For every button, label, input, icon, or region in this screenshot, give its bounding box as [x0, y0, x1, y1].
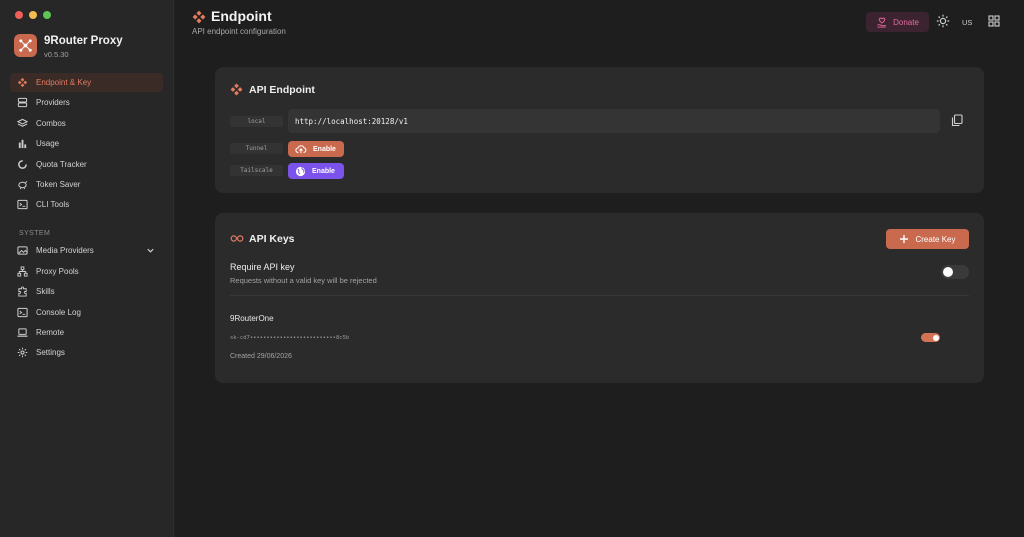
require-api-key-subtitle: Requests without a valid key will be rej…	[230, 276, 377, 285]
tailscale-label: Tailscale	[230, 165, 283, 176]
page-title: Endpoint	[211, 8, 272, 24]
minimize-window-button[interactable]	[29, 11, 37, 19]
sidebar-item-label: Providers	[36, 98, 70, 108]
close-window-button[interactable]	[15, 11, 23, 19]
key-icon	[230, 235, 244, 242]
maximize-window-button[interactable]	[43, 11, 51, 19]
cloud-upload-icon	[295, 145, 307, 154]
tailscale-enable-label: Enable	[312, 167, 335, 175]
sidebar-section-system: SYSTEM	[19, 230, 51, 238]
sidebar-item-media-providers[interactable]: Media Providers	[10, 241, 163, 260]
sidebar-item-label: CLI Tools	[36, 200, 70, 210]
plus-icon	[900, 235, 909, 243]
gear-icon	[17, 348, 28, 358]
sidebar-item-label: Token Saver	[36, 179, 81, 189]
terminal-icon	[17, 200, 28, 210]
donate-button[interactable]: Donate	[866, 12, 929, 32]
key-masked-value: sk-cd7••••••••••••••••••••••••••8c5b	[230, 335, 350, 341]
create-key-label: Create Key	[915, 234, 956, 244]
sidebar-item-remote[interactable]: Remote	[10, 323, 163, 342]
local-label: local	[230, 116, 283, 127]
sidebar-item-usage[interactable]: Usage	[10, 134, 163, 153]
globe-icon	[295, 166, 306, 176]
language-selector[interactable]: US	[962, 18, 972, 27]
sidebar-item-label: Media Providers	[36, 246, 94, 256]
sidebar-nav: Endpoint & Key Providers Combos Usage Qu…	[10, 73, 163, 364]
key-name: 9RouterOne	[230, 314, 274, 323]
api-keys-title: API Keys	[249, 233, 295, 245]
sidebar-item-combos[interactable]: Combos	[10, 114, 163, 133]
endpoint-icon	[230, 83, 243, 96]
sidebar-item-skills[interactable]: Skills	[10, 282, 163, 301]
grid-icon[interactable]	[988, 15, 1000, 27]
sidebar-item-label: Settings	[36, 348, 65, 358]
sidebar-item-label: Usage	[36, 139, 60, 149]
endpoint-icon	[17, 77, 28, 88]
create-key-button[interactable]: Create Key	[886, 229, 969, 249]
sidebar-item-label: Proxy Pools	[36, 266, 79, 276]
sidebar-item-quota-tracker[interactable]: Quota Tracker	[10, 155, 163, 174]
sun-icon[interactable]	[936, 14, 950, 28]
copy-icon[interactable]	[951, 114, 963, 127]
sidebar-item-providers[interactable]: Providers	[10, 93, 163, 112]
key-created-date: Created 29/06/2026	[230, 353, 292, 360]
puzzle-icon	[18, 286, 27, 297]
window-controls	[15, 11, 51, 19]
divider	[230, 295, 969, 296]
local-url-field[interactable]: http://localhost:20128/v1	[288, 109, 940, 133]
donut-icon	[18, 159, 27, 169]
sidebar-item-label: Skills	[36, 287, 55, 297]
api-endpoint-card: API Endpoint local http://localhost:2012…	[215, 67, 984, 193]
sidebar-item-label: Endpoint & Key	[36, 78, 92, 87]
sidebar-item-cli-tools[interactable]: CLI Tools	[10, 195, 163, 214]
api-keys-card: API Keys Create Key Require API key Requ…	[215, 213, 984, 383]
endpoint-icon	[192, 10, 206, 24]
require-api-key-toggle[interactable]	[941, 265, 969, 279]
sidebar-item-label: Console Log	[36, 307, 81, 317]
app-version: v0.5.30	[44, 50, 69, 59]
donate-label: Donate	[893, 17, 919, 27]
key-enabled-toggle[interactable]	[921, 333, 940, 342]
tunnel-label: Tunnel	[230, 143, 283, 154]
require-api-key-title: Require API key	[230, 262, 295, 272]
sidebar-item-console-log[interactable]: Console Log	[10, 303, 163, 322]
page-subtitle: API endpoint configuration	[192, 27, 286, 36]
network-icon	[17, 266, 28, 277]
app-name: 9Router Proxy	[44, 35, 123, 47]
chevron-down-icon[interactable]	[146, 246, 155, 255]
brand: 9Router Proxy v0.5.30	[14, 34, 123, 59]
layers-icon	[17, 118, 28, 127]
piggy-bank-icon	[18, 180, 28, 190]
sidebar-item-label: Remote	[36, 327, 65, 337]
laptop-icon	[17, 328, 28, 337]
console-icon	[17, 307, 28, 317]
tailscale-enable-button[interactable]: Enable	[288, 163, 344, 179]
tunnel-enable-label: Enable	[313, 145, 336, 153]
tunnel-enable-button[interactable]: Enable	[288, 141, 344, 157]
sidebar-item-endpoint-key[interactable]: Endpoint & Key	[10, 73, 163, 92]
sidebar-item-settings[interactable]: Settings	[10, 343, 163, 362]
api-endpoint-title: API Endpoint	[249, 84, 315, 96]
heart-hand-icon	[877, 17, 887, 28]
media-icon	[17, 246, 28, 256]
sidebar-item-proxy-pools[interactable]: Proxy Pools	[10, 262, 163, 281]
sidebar-item-label: Quota Tracker	[36, 159, 87, 169]
app-logo-icon	[14, 34, 37, 57]
bar-chart-icon	[18, 140, 27, 149]
sidebar-item-label: Combos	[36, 118, 66, 128]
sidebar-item-token-saver[interactable]: Token Saver	[10, 175, 163, 194]
providers-icon	[17, 98, 28, 108]
sidebar: 9Router Proxy v0.5.30 Endpoint & Key Pro…	[0, 0, 174, 537]
